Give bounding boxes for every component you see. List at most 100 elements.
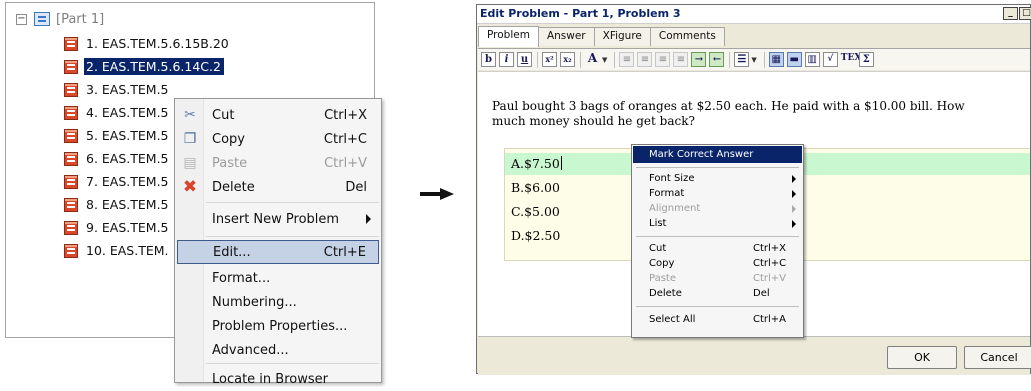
title-bar[interactable]: Edit Problem - Part 1, Problem 3 _ □ ×: [477, 5, 1031, 24]
tree-item-label: 1. EAS.TEM.5.6.15B.20: [86, 36, 229, 51]
subscript-icon[interactable]: x₂: [560, 52, 575, 67]
menu-item-delete[interactable]: Delete Del: [633, 286, 802, 301]
menu-item-alignment[interactable]: Alignment: [633, 201, 802, 216]
answer-choice-a[interactable]: A.$7.50: [511, 153, 562, 175]
tab-strip: Problem Answer XFigure Comments: [478, 26, 725, 47]
menu-item-copy[interactable]: ❐ Copy Ctrl+C: [177, 127, 379, 151]
menu-item-advanced[interactable]: Advanced...: [177, 338, 379, 362]
tree-item[interactable]: 3. EAS.TEM.5: [64, 80, 169, 99]
dropdown-arrow-icon[interactable]: ▼: [602, 56, 607, 64]
tab-problem[interactable]: Problem: [478, 26, 539, 47]
dialog-button-bar: OK Cancel: [478, 336, 1031, 375]
menu-item-locate-in-browser[interactable]: Locate in Browser: [177, 367, 379, 391]
tree-item-label: 6. EAS.TEM.5: [86, 151, 169, 166]
menu-item-select-all[interactable]: Select All Ctrl+A: [633, 312, 802, 327]
underline-icon[interactable]: u: [517, 52, 532, 67]
submenu-arrow-icon: [792, 190, 796, 198]
tree-root-label: [Part 1]: [56, 11, 105, 27]
menu-item-label: Format: [649, 188, 685, 199]
bold-icon[interactable]: b: [481, 52, 496, 67]
ok-button[interactable]: OK: [887, 346, 957, 369]
tree-item-label: 10. EAS.TEM.: [86, 243, 169, 258]
submenu-arrow-icon: [792, 175, 796, 183]
tex-icon[interactable]: TEX: [841, 52, 862, 67]
answer-choice-b[interactable]: B.$6.00: [511, 177, 560, 199]
menu-item-font-size[interactable]: Font Size: [633, 171, 802, 186]
delete-x-icon: ✖: [182, 177, 198, 197]
menu-item-shortcut: Ctrl+X: [753, 243, 787, 254]
menu-separator: [206, 236, 379, 237]
tree-item[interactable]: 10. EAS.TEM.: [64, 241, 169, 260]
problem-icon: [64, 220, 78, 235]
align-center-icon[interactable]: ≡: [637, 52, 653, 67]
menu-item-copy[interactable]: Copy Ctrl+C: [633, 256, 802, 271]
tree-item[interactable]: 8. EAS.TEM.5: [64, 195, 169, 214]
menu-item-shortcut: Ctrl+X: [324, 107, 367, 123]
superscript-icon[interactable]: x²: [542, 52, 557, 67]
sigma-icon[interactable]: Σ: [858, 52, 874, 67]
graph-icon[interactable]: ▥: [804, 52, 820, 67]
flow-arrow-icon: [420, 188, 454, 200]
menu-item-list[interactable]: List: [633, 216, 802, 231]
menu-item-shortcut: Ctrl+C: [753, 258, 787, 269]
tree-item[interactable]: 7. EAS.TEM.5: [64, 172, 169, 191]
align-left-icon[interactable]: ≡: [619, 52, 635, 67]
minimize-button[interactable]: _: [1003, 7, 1018, 20]
menu-item-problem-properties[interactable]: Problem Properties...: [177, 314, 379, 338]
tree-item[interactable]: 5. EAS.TEM.5: [64, 126, 169, 145]
sqrt-icon[interactable]: √: [822, 52, 838, 67]
problem-icon: [64, 105, 78, 120]
tree-item[interactable]: 9. EAS.TEM.5: [64, 218, 169, 237]
dropdown-arrow-icon[interactable]: ▼: [751, 56, 756, 64]
tree-item[interactable]: 1. EAS.TEM.5.6.15B.20: [64, 34, 229, 53]
font-size-icon[interactable]: A: [585, 52, 600, 67]
submenu-arrow-icon: [366, 214, 371, 224]
answer-label: A.$7.50: [511, 156, 560, 171]
menu-item-mark-correct-answer[interactable]: Mark Correct Answer: [633, 146, 802, 163]
menu-separator: [636, 306, 799, 307]
maximize-button[interactable]: □: [1019, 7, 1031, 20]
menu-item-label: List: [649, 218, 667, 229]
menu-item-paste[interactable]: ▤ Paste Ctrl+V: [177, 151, 379, 175]
tree-item[interactable]: 6. EAS.TEM.5: [64, 149, 169, 168]
menu-item-cut[interactable]: Cut Ctrl+X: [633, 241, 802, 256]
menu-item-label: Advanced...: [212, 342, 289, 358]
menu-item-label: Font Size: [649, 173, 695, 184]
align-right-icon[interactable]: ≡: [655, 52, 671, 67]
menu-item-label: Mark Correct Answer: [649, 149, 754, 160]
menu-item-insert-new-problem[interactable]: Insert New Problem: [177, 207, 379, 231]
menu-item-label: Paste: [649, 273, 676, 284]
italic-icon[interactable]: i: [499, 52, 514, 67]
tree-item-selected[interactable]: 2. EAS.TEM.5.6.14C.2: [64, 57, 224, 76]
tab-comments[interactable]: Comments: [649, 27, 725, 46]
indent-icon[interactable]: →: [691, 52, 707, 67]
menu-item-cut[interactable]: ✂ Cut Ctrl+X: [177, 103, 379, 127]
menu-item-format[interactable]: Format...: [177, 266, 379, 290]
context-menu: ✂ Cut Ctrl+X ❐ Copy Ctrl+C ▤ Paste Ctrl+…: [174, 98, 382, 387]
menu-item-label: Select All: [649, 314, 696, 325]
image-icon[interactable]: ▬: [786, 52, 802, 67]
problem-icon: [64, 243, 78, 258]
menu-item-delete[interactable]: ✖ Delete Del: [177, 175, 379, 199]
outdent-icon[interactable]: ←: [709, 52, 725, 67]
menu-item-edit[interactable]: Edit... Ctrl+E: [177, 240, 379, 264]
menu-item-paste[interactable]: Paste Ctrl+V: [633, 271, 802, 286]
menu-item-shortcut: Ctrl+A: [753, 314, 787, 325]
justify-icon[interactable]: ≡: [673, 52, 689, 67]
tree-item-label: 3. EAS.TEM.5: [86, 82, 169, 97]
tab-xfigure[interactable]: XFigure: [593, 27, 651, 46]
answer-choice-c[interactable]: C.$5.00: [511, 201, 560, 223]
tree-item[interactable]: 4. EAS.TEM.5: [64, 103, 169, 122]
menu-item-label: Alignment: [649, 203, 701, 214]
answer-context-menu: Mark Correct Answer Font Size Format Ali…: [631, 144, 804, 338]
table-icon[interactable]: ▦: [768, 52, 784, 67]
collapse-icon[interactable]: −: [16, 13, 27, 25]
menu-item-numbering[interactable]: Numbering...: [177, 290, 379, 314]
tab-answer[interactable]: Answer: [537, 27, 595, 46]
answer-choice-d[interactable]: D.$2.50: [511, 225, 560, 247]
menu-item-format[interactable]: Format: [633, 186, 802, 201]
tree-root[interactable]: − [Part 1]: [16, 10, 104, 28]
list-icon[interactable]: ☰: [734, 52, 750, 67]
cancel-button[interactable]: Cancel: [964, 346, 1031, 369]
menu-item-label: Cut: [212, 107, 235, 123]
